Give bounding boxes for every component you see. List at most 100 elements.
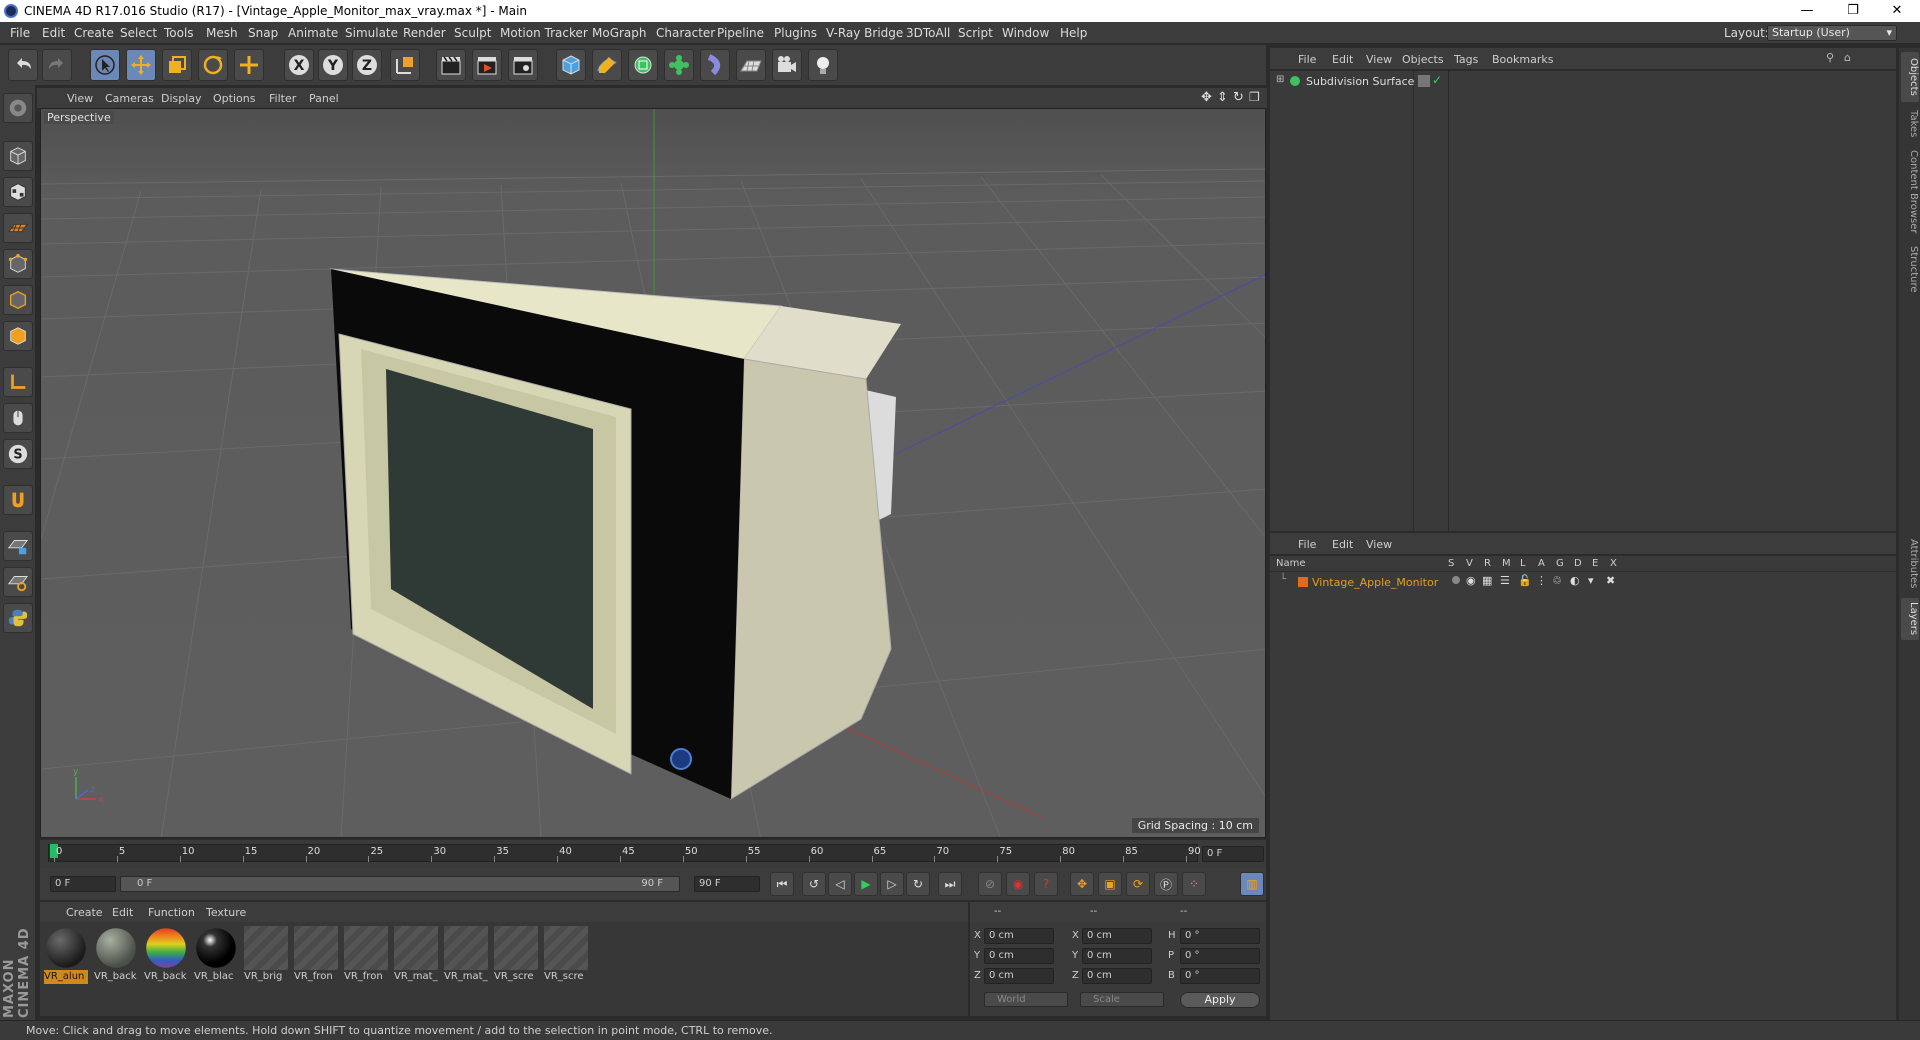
position-y-field[interactable]: 0 cm	[984, 948, 1054, 964]
coordinate-system-button[interactable]	[390, 49, 420, 81]
coordinate-space-select[interactable]: World	[984, 992, 1068, 1007]
menu-simulate[interactable]: Simulate	[345, 26, 398, 40]
model-mode-button[interactable]	[3, 141, 33, 171]
search-icon[interactable]: ⚲	[1826, 51, 1834, 64]
material-menu-create[interactable]: Create	[66, 906, 103, 919]
layer-color-swatch[interactable]	[1298, 577, 1308, 587]
edges-mode-button[interactable]	[3, 285, 33, 315]
menu-edit[interactable]: Edit	[42, 26, 65, 40]
add-camera-button[interactable]	[772, 49, 802, 81]
minimize-button[interactable]: —	[1784, 0, 1830, 22]
menu-3dtoall[interactable]: 3DToAll	[906, 26, 950, 40]
viewport-menu-panel[interactable]: Panel	[309, 92, 339, 105]
x-axis-lock-button[interactable]: X	[284, 49, 314, 81]
go-to-start-button[interactable]: ⏮	[770, 872, 794, 896]
size-z-field[interactable]: 0 cm	[1082, 968, 1152, 984]
material-item[interactable]: VR_mat_	[444, 926, 488, 984]
object-menu-file[interactable]: File	[1298, 53, 1316, 66]
object-menu-bookmarks[interactable]: Bookmarks	[1492, 53, 1553, 66]
expression-icon[interactable]: ▾	[1588, 574, 1594, 587]
menu-mesh[interactable]: Mesh	[206, 26, 238, 40]
expand-icon[interactable]: ⊞	[1276, 74, 1284, 85]
tab-objects[interactable]: Objects	[1901, 52, 1919, 102]
menu-pipeline[interactable]: Pipeline	[717, 26, 764, 40]
viewport-menu-cameras[interactable]: Cameras	[105, 92, 154, 105]
record-off-button[interactable]: ⊘	[978, 872, 1002, 896]
viewport-menu-view[interactable]: View	[67, 92, 93, 105]
snapping-button[interactable]: S	[3, 439, 33, 469]
tab-structure[interactable]: Structure	[1901, 242, 1919, 296]
record-active-objects-button[interactable]: ◉	[1006, 872, 1030, 896]
y-axis-lock-button[interactable]: Y	[318, 49, 348, 81]
menu-help[interactable]: Help	[1060, 26, 1087, 40]
menu-file[interactable]: File	[10, 26, 30, 40]
size-y-field[interactable]: 0 cm	[1082, 948, 1152, 964]
close-button[interactable]: ✕	[1874, 0, 1920, 22]
material-menu-edit[interactable]: Edit	[112, 906, 133, 919]
render-picture-viewer-button[interactable]	[472, 49, 502, 81]
generator-icon[interactable]: ♲	[1552, 574, 1562, 587]
menu-snap[interactable]: Snap	[248, 26, 278, 40]
material-menu-texture[interactable]: Texture	[206, 906, 246, 919]
object-menu-tags[interactable]: Tags	[1454, 53, 1478, 66]
key-position-button[interactable]: ✥	[1070, 872, 1094, 896]
layer-row-vintage-apple-monitor[interactable]: └ Vintage_Apple_Monitor ◉ ▦ ☰ 🔓 ⋮ ♲ ◐ ▾ …	[1270, 574, 1896, 590]
material-item[interactable]: VR_back	[144, 926, 188, 984]
key-parameter-button[interactable]: Ⓟ	[1154, 872, 1178, 896]
menu-create[interactable]: Create	[74, 26, 114, 40]
deformer-icon[interactable]: ◐	[1570, 574, 1580, 587]
menu-script[interactable]: Script	[958, 26, 993, 40]
material-item[interactable]: VR_alun	[44, 926, 88, 984]
next-key-button[interactable]: ↻	[906, 872, 930, 896]
menu-animate[interactable]: Animate	[288, 26, 338, 40]
layer-swatch-icon[interactable]	[1418, 75, 1430, 87]
rotation-b-field[interactable]: 0 °	[1180, 968, 1260, 984]
z-axis-lock-button[interactable]: Z	[352, 49, 382, 81]
timeline-ruler[interactable]: 0 5 10 15 20 25 30 35 40 45 50 55 60 65 70 75 80 85 90 0 F	[40, 840, 1266, 868]
python-button[interactable]	[3, 603, 33, 633]
add-mograph-button[interactable]	[664, 49, 694, 81]
size-x-field[interactable]: 0 cm	[1082, 928, 1152, 944]
start-frame-field[interactable]: 0 F	[50, 876, 116, 892]
menu-plugins[interactable]: Plugins	[774, 26, 817, 40]
locked-workplane-button[interactable]	[3, 531, 33, 561]
menu-vray-bridge[interactable]: V-Ray Bridge	[826, 26, 903, 40]
tab-takes[interactable]: Takes	[1901, 106, 1919, 142]
recent-tool-button[interactable]	[234, 49, 264, 81]
material-item[interactable]: VR_scre	[494, 926, 538, 984]
menu-motion-tracker[interactable]: Motion Tracker	[500, 26, 588, 40]
tab-layers[interactable]: Layers	[1901, 598, 1919, 640]
lock-icon[interactable]: 🔓	[1518, 574, 1532, 587]
xref-icon[interactable]: ✖	[1606, 574, 1615, 587]
make-editable-button[interactable]	[3, 93, 33, 123]
layer-menu-view[interactable]: View	[1366, 538, 1392, 551]
menu-select[interactable]: Select	[120, 26, 157, 40]
material-item[interactable]: VR_fron	[294, 926, 338, 984]
material-item[interactable]: VR_back	[94, 926, 138, 984]
layer-menu-file[interactable]: File	[1298, 538, 1316, 551]
key-rotation-button[interactable]: ⟳	[1126, 872, 1150, 896]
render-clapboard-icon[interactable]: ▦	[1482, 574, 1492, 587]
redo-button[interactable]	[42, 49, 72, 81]
object-menu-edit[interactable]: Edit	[1332, 53, 1353, 66]
next-frame-button[interactable]: ▷	[880, 872, 904, 896]
add-deformer-button[interactable]	[700, 49, 730, 81]
viewport-menu-options[interactable]: Options	[213, 92, 255, 105]
scale-tool-button[interactable]	[162, 49, 192, 81]
layout-select[interactable]: Startup (User) ▾	[1767, 25, 1897, 41]
menu-window[interactable]: Window	[1002, 26, 1049, 40]
current-frame-field[interactable]: 0 F	[1202, 846, 1264, 862]
key-scale-button[interactable]: ▣	[1098, 872, 1122, 896]
render-view-button[interactable]	[436, 49, 466, 81]
rotation-h-field[interactable]: 0 °	[1180, 928, 1260, 944]
add-spline-button[interactable]	[592, 49, 622, 81]
render-settings-button[interactable]	[508, 49, 538, 81]
home-icon[interactable]: ⌂	[1844, 51, 1851, 64]
size-mode-select[interactable]: Scale	[1080, 992, 1164, 1007]
viewport-pan-icon[interactable]: ✥	[1201, 90, 1212, 105]
tweak-mode-button[interactable]	[3, 403, 33, 433]
texture-mode-button[interactable]	[3, 177, 33, 207]
move-tool-button[interactable]	[126, 49, 156, 81]
live-selection-button[interactable]	[90, 49, 120, 81]
planar-workplane-button[interactable]	[3, 567, 33, 597]
